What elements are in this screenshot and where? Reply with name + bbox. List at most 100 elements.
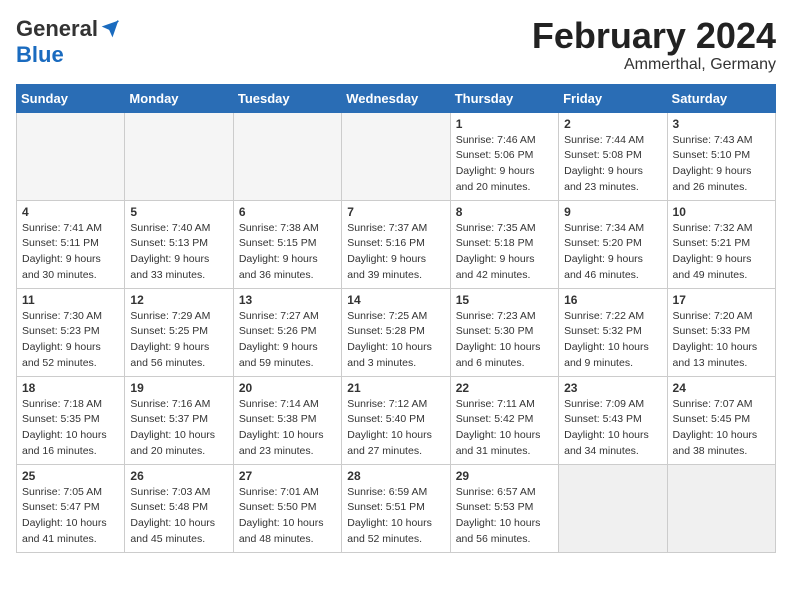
day-number: 29 xyxy=(456,469,553,483)
day-number: 20 xyxy=(239,381,336,395)
calendar-cell: 6 Sunrise: 7:38 AMSunset: 5:15 PMDaylight… xyxy=(233,200,341,288)
day-number: 5 xyxy=(130,205,227,219)
column-header-saturday: Saturday xyxy=(667,84,775,112)
calendar-cell: 11 Sunrise: 7:30 AMSunset: 5:23 PMDayligh… xyxy=(17,288,125,376)
calendar-table: SundayMondayTuesdayWednesdayThursdayFrid… xyxy=(16,84,776,553)
day-number: 13 xyxy=(239,293,336,307)
calendar-cell: 1 Sunrise: 7:46 AMSunset: 5:06 PMDaylight… xyxy=(450,112,558,200)
calendar-cell xyxy=(233,112,341,200)
calendar-cell: 25 Sunrise: 7:05 AMSunset: 5:47 PMDayligh… xyxy=(17,464,125,552)
day-number: 23 xyxy=(564,381,661,395)
day-info: Sunrise: 7:23 AMSunset: 5:30 PMDaylight:… xyxy=(456,309,553,372)
calendar-cell: 10Sunrise: 7:32 AMSunset: 5:21 PMDayligh… xyxy=(667,200,775,288)
day-number: 2 xyxy=(564,117,661,131)
calendar-cell: 8Sunrise: 7:35 AMSunset: 5:18 PMDaylight… xyxy=(450,200,558,288)
day-number: 25 xyxy=(22,469,119,483)
calendar-cell: 28 Sunrise: 6:59 AMSunset: 5:51 PMDayligh… xyxy=(342,464,450,552)
calendar-header-row: SundayMondayTuesdayWednesdayThursdayFrid… xyxy=(17,84,776,112)
day-info: Sunrise: 7:20 AMSunset: 5:33 PMDaylight:… xyxy=(673,309,770,372)
day-info: Sunrise: 7:38 AMSunset: 5:15 PMDaylight:… xyxy=(239,221,336,284)
column-header-sunday: Sunday xyxy=(17,84,125,112)
calendar-cell: 20 Sunrise: 7:14 AMSunset: 5:38 PMDayligh… xyxy=(233,376,341,464)
logo: General Blue xyxy=(16,16,120,68)
column-header-monday: Monday xyxy=(125,84,233,112)
calendar-week-4: 18Sunrise: 7:18 AMSunset: 5:35 PMDayligh… xyxy=(17,376,776,464)
day-info: Sunrise: 7:46 AMSunset: 5:06 PMDaylight:… xyxy=(456,133,553,196)
day-info: Sunrise: 7:05 AMSunset: 5:47 PMDaylight:… xyxy=(22,485,119,548)
month-title: February 2024 xyxy=(532,16,776,56)
calendar-cell: 3 Sunrise: 7:43 AMSunset: 5:10 PMDaylight… xyxy=(667,112,775,200)
day-number: 10 xyxy=(673,205,770,219)
day-info: Sunrise: 7:41 AMSunset: 5:11 PMDaylight:… xyxy=(22,221,119,284)
calendar-cell: 19 Sunrise: 7:16 AMSunset: 5:37 PMDayligh… xyxy=(125,376,233,464)
day-info: Sunrise: 7:37 AMSunset: 5:16 PMDaylight:… xyxy=(347,221,444,284)
day-info: Sunrise: 7:14 AMSunset: 5:38 PMDaylight:… xyxy=(239,397,336,460)
calendar-cell: 5 Sunrise: 7:40 AMSunset: 5:13 PMDaylight… xyxy=(125,200,233,288)
page-header: General Blue February 2024 Ammerthal, Ge… xyxy=(16,16,776,74)
day-info: Sunrise: 7:27 AMSunset: 5:26 PMDaylight:… xyxy=(239,309,336,372)
calendar-week-2: 4 Sunrise: 7:41 AMSunset: 5:11 PMDaylight… xyxy=(17,200,776,288)
day-info: Sunrise: 7:03 AMSunset: 5:48 PMDaylight:… xyxy=(130,485,227,548)
day-number: 15 xyxy=(456,293,553,307)
logo-general-text: General xyxy=(16,16,98,42)
column-header-tuesday: Tuesday xyxy=(233,84,341,112)
day-info: Sunrise: 7:11 AMSunset: 5:42 PMDaylight:… xyxy=(456,397,553,460)
day-info: Sunrise: 7:16 AMSunset: 5:37 PMDaylight:… xyxy=(130,397,227,460)
calendar-cell xyxy=(17,112,125,200)
day-info: Sunrise: 7:25 AMSunset: 5:28 PMDaylight:… xyxy=(347,309,444,372)
day-number: 7 xyxy=(347,205,444,219)
day-info: Sunrise: 7:09 AMSunset: 5:43 PMDaylight:… xyxy=(564,397,661,460)
calendar-cell: 2 Sunrise: 7:44 AMSunset: 5:08 PMDaylight… xyxy=(559,112,667,200)
calendar-cell: 13 Sunrise: 7:27 AMSunset: 5:26 PMDayligh… xyxy=(233,288,341,376)
day-number: 8 xyxy=(456,205,553,219)
calendar-cell: 17Sunrise: 7:20 AMSunset: 5:33 PMDayligh… xyxy=(667,288,775,376)
calendar-cell: 22 Sunrise: 7:11 AMSunset: 5:42 PMDayligh… xyxy=(450,376,558,464)
column-header-friday: Friday xyxy=(559,84,667,112)
calendar-cell: 26 Sunrise: 7:03 AMSunset: 5:48 PMDayligh… xyxy=(125,464,233,552)
day-number: 26 xyxy=(130,469,227,483)
calendar-cell xyxy=(667,464,775,552)
calendar-cell: 15 Sunrise: 7:23 AMSunset: 5:30 PMDayligh… xyxy=(450,288,558,376)
calendar-cell: 14 Sunrise: 7:25 AMSunset: 5:28 PMDayligh… xyxy=(342,288,450,376)
day-info: Sunrise: 7:18 AMSunset: 5:35 PMDaylight:… xyxy=(22,397,119,460)
day-info: Sunrise: 7:34 AMSunset: 5:20 PMDaylight:… xyxy=(564,221,661,284)
calendar-cell: 29Sunrise: 6:57 AMSunset: 5:53 PMDayligh… xyxy=(450,464,558,552)
calendar-week-5: 25 Sunrise: 7:05 AMSunset: 5:47 PMDayligh… xyxy=(17,464,776,552)
day-number: 14 xyxy=(347,293,444,307)
day-number: 12 xyxy=(130,293,227,307)
calendar-week-1: 1 Sunrise: 7:46 AMSunset: 5:06 PMDaylight… xyxy=(17,112,776,200)
day-info: Sunrise: 7:01 AMSunset: 5:50 PMDaylight:… xyxy=(239,485,336,548)
calendar-cell: 9 Sunrise: 7:34 AMSunset: 5:20 PMDaylight… xyxy=(559,200,667,288)
day-number: 19 xyxy=(130,381,227,395)
calendar-cell xyxy=(559,464,667,552)
day-number: 11 xyxy=(22,293,119,307)
day-number: 9 xyxy=(564,205,661,219)
calendar-cell xyxy=(125,112,233,200)
location-text: Ammerthal, Germany xyxy=(532,56,776,74)
day-info: Sunrise: 7:30 AMSunset: 5:23 PMDaylight:… xyxy=(22,309,119,372)
calendar-cell: 24Sunrise: 7:07 AMSunset: 5:45 PMDayligh… xyxy=(667,376,775,464)
calendar-cell: 16Sunrise: 7:22 AMSunset: 5:32 PMDayligh… xyxy=(559,288,667,376)
day-number: 6 xyxy=(239,205,336,219)
day-number: 1 xyxy=(456,117,553,131)
day-info: Sunrise: 7:40 AMSunset: 5:13 PMDaylight:… xyxy=(130,221,227,284)
calendar-cell: 4 Sunrise: 7:41 AMSunset: 5:11 PMDaylight… xyxy=(17,200,125,288)
column-header-thursday: Thursday xyxy=(450,84,558,112)
day-info: Sunrise: 7:07 AMSunset: 5:45 PMDaylight:… xyxy=(673,397,770,460)
day-number: 3 xyxy=(673,117,770,131)
day-info: Sunrise: 7:43 AMSunset: 5:10 PMDaylight:… xyxy=(673,133,770,196)
day-info: Sunrise: 7:29 AMSunset: 5:25 PMDaylight:… xyxy=(130,309,227,372)
calendar-cell: 27 Sunrise: 7:01 AMSunset: 5:50 PMDayligh… xyxy=(233,464,341,552)
day-number: 27 xyxy=(239,469,336,483)
day-number: 4 xyxy=(22,205,119,219)
day-number: 28 xyxy=(347,469,444,483)
calendar-cell: 21Sunrise: 7:12 AMSunset: 5:40 PMDayligh… xyxy=(342,376,450,464)
calendar-week-3: 11 Sunrise: 7:30 AMSunset: 5:23 PMDayligh… xyxy=(17,288,776,376)
logo-blue-text: Blue xyxy=(16,42,64,68)
calendar-cell: 12 Sunrise: 7:29 AMSunset: 5:25 PMDayligh… xyxy=(125,288,233,376)
day-info: Sunrise: 7:44 AMSunset: 5:08 PMDaylight:… xyxy=(564,133,661,196)
day-number: 22 xyxy=(456,381,553,395)
title-area: February 2024 Ammerthal, Germany xyxy=(532,16,776,74)
day-number: 21 xyxy=(347,381,444,395)
day-info: Sunrise: 6:59 AMSunset: 5:51 PMDaylight:… xyxy=(347,485,444,548)
